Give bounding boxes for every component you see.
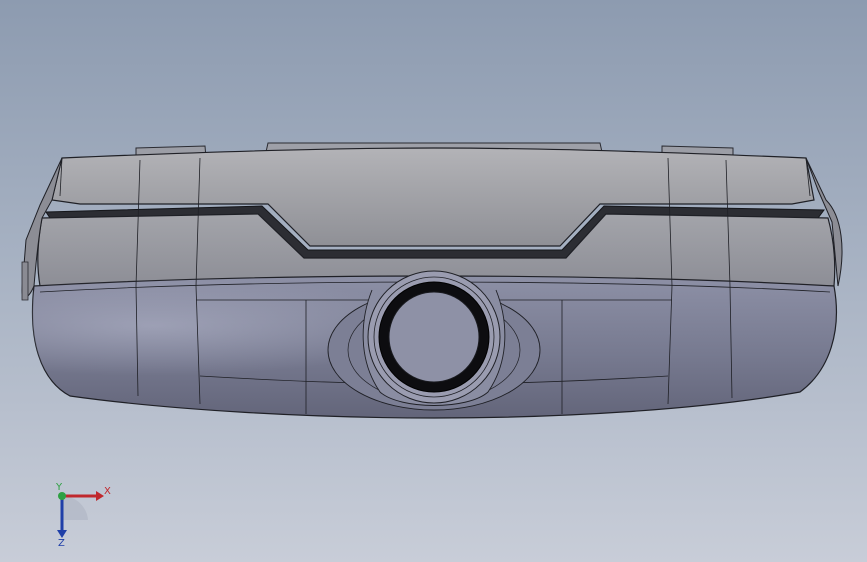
x-axis-arrow-icon (96, 491, 104, 501)
y-axis-label: Y (55, 482, 63, 493)
triad-plane-shade (62, 495, 88, 520)
y-axis-dot-icon (58, 492, 66, 500)
x-axis-label: X (104, 486, 111, 497)
phone-bottom-3d-model[interactable] (0, 0, 867, 562)
axis-triad: X Y Z (55, 482, 111, 548)
side-notches (21, 261, 29, 301)
lens-opening[interactable] (388, 291, 480, 383)
z-axis-label: Z (58, 538, 65, 548)
cad-viewport[interactable]: X Y Z (0, 0, 867, 562)
z-axis-arrow-icon (57, 530, 67, 538)
